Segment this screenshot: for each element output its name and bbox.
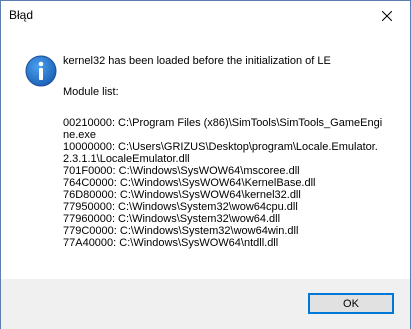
error-dialog-window: Błąd kernel32 has been loaded before the… bbox=[0, 0, 411, 329]
title-bar[interactable]: Błąd bbox=[1, 1, 410, 31]
module-item: 77A40000: C:\Windows\SysWOW64\ntdll.dll bbox=[63, 237, 279, 249]
module-list-label: Module list: bbox=[63, 86, 119, 98]
info-icon bbox=[25, 55, 57, 87]
module-item: 77950000: C:\Windows\System32\wow64cpu.d… bbox=[63, 201, 298, 213]
close-icon bbox=[382, 11, 392, 21]
module-item: 77960000: C:\Windows\System32\wow64.dll bbox=[63, 213, 281, 225]
module-item: 10000000: C:\Users\GRIZUS\Desktop\progra… bbox=[63, 141, 378, 165]
button-bar: OK bbox=[1, 279, 410, 329]
message-heading: kernel32 has been loaded before the init… bbox=[63, 55, 331, 67]
module-item: 00210000: C:\Program Files (x86)\SimTool… bbox=[63, 117, 383, 141]
module-item: 701F0000: C:\Windows\SysWOW64\mscoree.dl… bbox=[63, 165, 300, 177]
dialog-content: kernel32 has been loaded before the init… bbox=[1, 31, 410, 279]
ok-button[interactable]: OK bbox=[308, 293, 394, 314]
module-item: 76D80000: C:\Windows\SysWOW64\kernel32.d… bbox=[63, 189, 301, 201]
dialog-message: kernel32 has been loaded before the init… bbox=[63, 55, 403, 249]
window-title: Błąd bbox=[9, 8, 34, 22]
close-button[interactable] bbox=[364, 1, 410, 31]
module-item: 779C0000: C:\Windows\System32\wow64win.d… bbox=[63, 225, 299, 237]
module-item: 764C0000: C:\Windows\SysWOW64\KernelBase… bbox=[63, 177, 316, 189]
